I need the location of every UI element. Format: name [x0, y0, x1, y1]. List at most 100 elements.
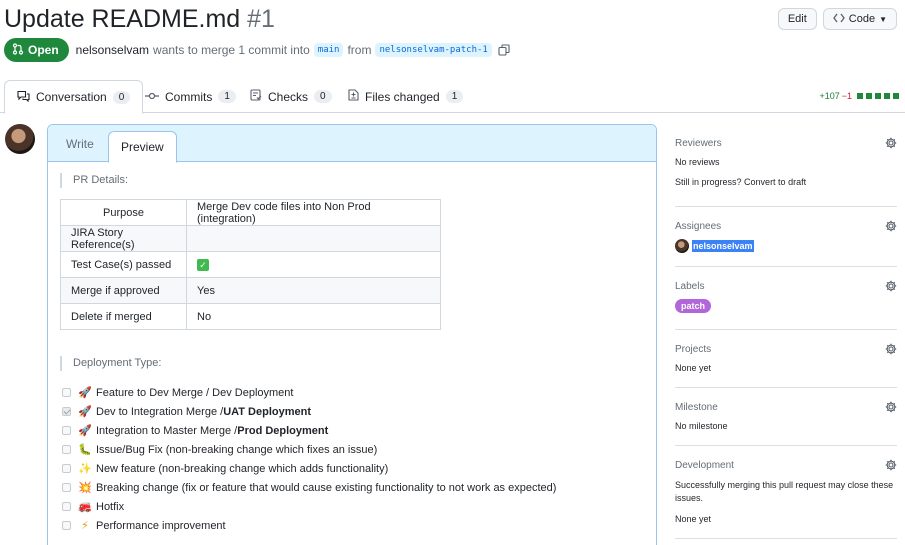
table-cell: Yes	[186, 277, 441, 304]
tab-conversation[interactable]: Conversation 0	[4, 80, 144, 114]
from-text: from	[347, 43, 372, 57]
task-checkbox[interactable]	[62, 407, 71, 416]
pull-request-icon	[12, 42, 24, 58]
gear-icon[interactable]	[885, 342, 897, 360]
tab-commits[interactable]: Commits 1	[145, 80, 236, 113]
development-value: None yet	[675, 514, 712, 524]
list-item: 🚀 Feature to Dev Merge / Dev Deployment	[62, 383, 556, 402]
reviewers-heading: Reviewers	[675, 138, 722, 149]
table-cell: Test Case(s) passed	[60, 251, 187, 278]
sidebar-assignees: Assignees nelsonselvam	[675, 207, 897, 267]
table-row: Merge if approved Yes	[60, 277, 441, 304]
code-icon	[832, 13, 845, 26]
task-checkbox[interactable]	[62, 426, 71, 435]
boom-icon: 💥	[78, 482, 92, 494]
diffstat: +107 −1	[819, 91, 899, 101]
sparkles-icon: ✨	[78, 463, 92, 475]
table-row: Test Case(s) passed ✓	[60, 251, 441, 278]
status-label: Open	[28, 43, 59, 57]
convert-to-draft-link[interactable]: Convert to draft	[744, 177, 806, 187]
table-header-cell: Purpose	[60, 199, 187, 226]
task-checkbox[interactable]	[62, 464, 71, 473]
deployment-type-heading: Deployment Type:	[60, 356, 161, 371]
diffstat-block	[893, 93, 899, 99]
bug-icon: 🐛	[78, 444, 92, 456]
tab-counter: 0	[112, 90, 131, 104]
list-item: 🚀 Integration to Master Merge / Prod Dep…	[62, 421, 556, 440]
diffstat-block	[875, 93, 881, 99]
file-diff-icon	[348, 89, 359, 104]
milestone-heading: Milestone	[675, 402, 718, 413]
code-button-label: Code	[848, 13, 876, 25]
checklist-icon	[250, 89, 262, 104]
diffstat-block	[857, 93, 863, 99]
sidebar-projects: Projects None yet	[675, 330, 897, 388]
table-row: JIRA Story Reference(s)	[60, 225, 441, 252]
author-link[interactable]: nelsonselvam	[76, 43, 149, 57]
table-cell: Delete if merged	[60, 303, 187, 330]
gear-icon[interactable]	[885, 400, 897, 418]
avatar[interactable]	[5, 124, 35, 154]
deployment-task-list: 🚀 Feature to Dev Merge / Dev Deployment …	[62, 383, 556, 535]
table-header-cell: Merge Dev code files into Non Prod (inte…	[186, 199, 441, 226]
tab-write[interactable]: Write	[66, 125, 94, 162]
label-patch[interactable]: patch	[675, 299, 712, 313]
chevron-down-icon: ▼	[879, 14, 887, 24]
sidebar-development: Development Successfully merging this pu…	[675, 446, 897, 539]
header-actions: Edit Code ▼	[777, 8, 897, 30]
tab-counter: 1	[218, 90, 236, 103]
table-row: Delete if merged No	[60, 303, 441, 330]
projects-value: None yet	[675, 363, 712, 373]
status-badge: Open	[4, 38, 69, 62]
task-text-bold: UAT Deployment	[223, 405, 311, 418]
projects-heading: Projects	[675, 344, 712, 355]
tab-files-changed[interactable]: Files changed 1	[348, 80, 464, 113]
tab-label: Checks	[268, 89, 309, 104]
gear-icon[interactable]	[885, 458, 897, 476]
labels-heading: Labels	[675, 281, 705, 292]
tab-preview[interactable]: Preview	[108, 131, 177, 163]
list-item: ⚡ Performance improvement	[62, 516, 556, 535]
tab-label: Conversation	[36, 90, 107, 104]
task-checkbox[interactable]	[62, 502, 71, 511]
avatar	[675, 239, 689, 253]
assignee-name[interactable]: nelsonselvam	[692, 240, 754, 252]
pr-tabs: Conversation 0 Commits 1 Checks 0 Files …	[0, 80, 905, 114]
task-checkbox[interactable]	[62, 483, 71, 492]
table-cell: No	[186, 303, 441, 330]
pr-details-table: Purpose Merge Dev code files into Non Pr…	[60, 199, 441, 330]
rocket-icon: 🚀	[78, 425, 92, 437]
reviewers-value: No reviews	[675, 157, 720, 167]
table-cell: ✓	[186, 251, 441, 278]
tab-label: Commits	[165, 89, 213, 104]
head-branch[interactable]: nelsonselvam-patch-1	[375, 43, 492, 57]
gear-icon[interactable]	[885, 136, 897, 154]
assignee-item[interactable]: nelsonselvam	[675, 239, 754, 253]
table-row: Purpose Merge Dev code files into Non Pr…	[60, 199, 441, 226]
comment-editor: Write Preview PR Details: Purpose Merge …	[47, 124, 657, 545]
tab-checks[interactable]: Checks 0	[250, 80, 332, 113]
development-note: Successfully merging this pull request m…	[675, 480, 894, 503]
task-checkbox[interactable]	[62, 521, 71, 530]
edit-button[interactable]: Edit	[777, 8, 817, 30]
merge-text: wants to merge 1 commit into	[153, 43, 310, 57]
diffstat-block	[884, 93, 890, 99]
white-check-mark-icon: ✓	[197, 258, 209, 271]
gear-icon[interactable]	[885, 219, 897, 237]
code-button[interactable]: Code ▼	[822, 8, 897, 30]
task-checkbox[interactable]	[62, 388, 71, 397]
base-branch[interactable]: main	[313, 43, 344, 57]
task-text: New feature (non-breaking change which a…	[96, 462, 389, 475]
task-text: Breaking change (fix or feature that wou…	[96, 481, 557, 494]
task-checkbox[interactable]	[62, 445, 71, 454]
tab-counter: 0	[314, 90, 332, 103]
list-item: 💥 Breaking change (fix or feature that w…	[62, 478, 556, 497]
list-item: 🐛 Issue/Bug Fix (non-breaking change whi…	[62, 440, 556, 459]
development-heading: Development	[675, 460, 734, 471]
gear-icon[interactable]	[885, 279, 897, 297]
copy-icon[interactable]	[498, 44, 510, 56]
rocket-icon: 🚀	[78, 387, 92, 399]
pr-title: Update README.md	[4, 5, 241, 33]
list-item: ✨ New feature (non-breaking change which…	[62, 459, 556, 478]
editor-tabs: Write Preview	[48, 125, 656, 163]
